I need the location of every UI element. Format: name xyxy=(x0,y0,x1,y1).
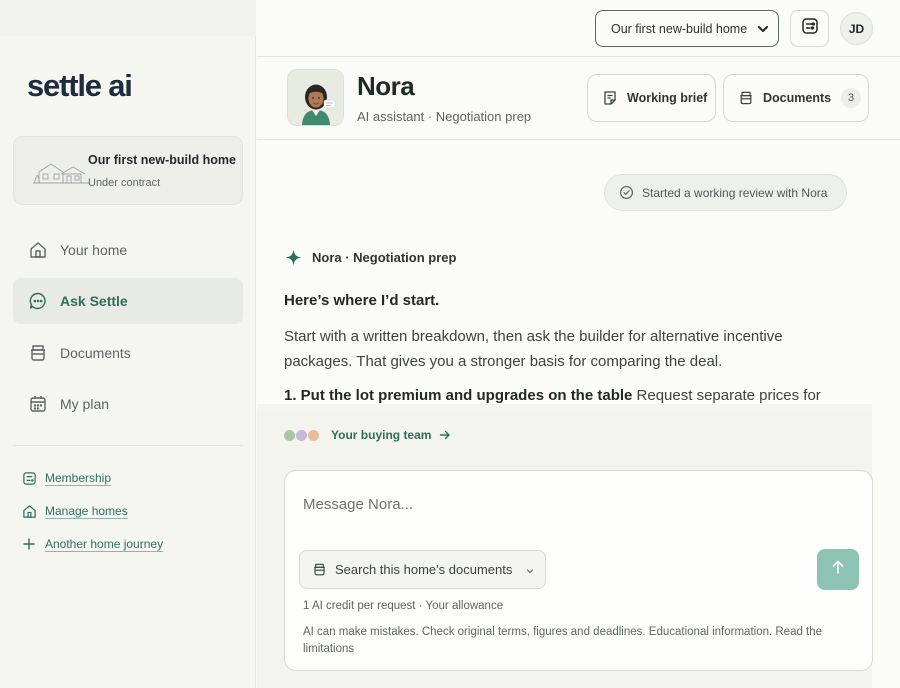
search-documents-label: Search this home's documents xyxy=(335,562,513,577)
switch-view-button[interactable] xyxy=(790,10,829,47)
calendar-icon xyxy=(28,394,48,414)
note-icon xyxy=(602,90,618,106)
another-home-journey-link-label: Another home journey xyxy=(45,537,164,551)
house-icon xyxy=(28,240,48,260)
nora-avatar xyxy=(287,69,344,126)
membership-link-label: Membership xyxy=(45,471,112,485)
plus-icon xyxy=(21,536,37,552)
arrow-up-icon xyxy=(830,559,846,580)
search-documents-button[interactable]: Search this home's documents xyxy=(299,550,546,589)
sidebar-item-your-home[interactable]: Your home xyxy=(13,227,243,273)
another-home-journey-link[interactable]: Another home journey xyxy=(21,536,163,552)
stack-icon xyxy=(312,562,327,577)
stack-icon xyxy=(738,90,754,106)
sidebar-item-my-plan[interactable]: My plan xyxy=(13,381,243,427)
message-composer: Search this home's documents 1 AI credit… xyxy=(284,470,873,671)
ai-disclaimer: AI can make mistakes. Check original ter… xyxy=(303,626,823,655)
user-avatar[interactable]: JD xyxy=(840,12,873,45)
sidebar-divider xyxy=(13,445,243,446)
house-icon xyxy=(21,503,37,519)
sidebar-item-ask-settle[interactable]: Ask Settle xyxy=(13,278,243,324)
sidebar: settle ai Our first new-build home Under… xyxy=(0,0,256,688)
membership-link[interactable]: Membership xyxy=(21,470,111,486)
message-point-title: 1. Put the lot premium and upgrades on t… xyxy=(284,387,633,404)
home-card[interactable]: Our first new-build home Under contract xyxy=(13,136,243,205)
home-card-status: Under contract xyxy=(88,177,161,189)
toggle-panel-icon xyxy=(801,17,819,40)
house-illustration-icon xyxy=(33,163,89,184)
chevron-down-icon xyxy=(526,567,534,575)
home-card-title: Our first new-build home xyxy=(88,153,236,167)
sidebar-item-label: Your home xyxy=(60,242,128,258)
message-speaker: Nora · Negotiation prep xyxy=(285,249,456,266)
message-paragraph: Start with a written breakdown, then ask… xyxy=(284,328,783,370)
send-button[interactable] xyxy=(817,549,859,590)
stack-icon xyxy=(28,343,48,363)
assistant-role: AI assistant · Negotiation prep xyxy=(357,109,532,124)
nora-portrait-icon xyxy=(288,70,343,125)
speaker-label: Nora · Negotiation prep xyxy=(312,250,457,265)
documents-label: Documents xyxy=(763,91,832,105)
chat-icon xyxy=(28,291,48,311)
assistant-header: Nora AI assistant · Negotiation prep Wor… xyxy=(257,57,900,140)
home-select-value: Our first new-build home xyxy=(611,21,748,36)
sidebar-item-label: Ask Settle xyxy=(60,293,128,309)
sidebar-top-strip xyxy=(0,0,256,36)
status-text: Started a working review with Nora xyxy=(642,185,828,200)
team-avatar-dot xyxy=(307,428,320,442)
sidebar-item-label: My plan xyxy=(60,396,110,412)
manage-homes-link[interactable]: Manage homes xyxy=(21,503,128,519)
credit-note: 1 AI credit per request · Your allowance xyxy=(303,600,504,612)
sidebar-item-label: Documents xyxy=(60,345,131,361)
arrow-right-icon xyxy=(439,429,451,441)
team-avatars xyxy=(283,428,320,442)
message-input[interactable] xyxy=(303,492,843,516)
card-icon xyxy=(21,470,37,486)
chevron-down-icon xyxy=(757,23,769,38)
documents-button[interactable]: Documents 3 xyxy=(723,74,869,122)
home-select[interactable]: Our first new-build home xyxy=(595,10,779,47)
sidebar-item-documents[interactable]: Documents xyxy=(13,330,243,376)
assistant-name: Nora xyxy=(357,71,415,101)
working-brief-button[interactable]: Working brief xyxy=(587,74,716,122)
top-bar: Our first new-build home JD xyxy=(257,0,900,57)
message-heading: Here’s where I’d start. xyxy=(284,292,440,309)
sparkle-icon xyxy=(285,249,302,266)
composer-backdrop-edge xyxy=(872,404,900,688)
logo[interactable]: settle ai xyxy=(27,68,133,104)
buying-team-link[interactable]: Your buying team xyxy=(283,428,451,442)
working-brief-label: Working brief xyxy=(627,91,708,105)
buying-team-label: Your buying team xyxy=(331,428,432,442)
documents-count-badge: 3 xyxy=(841,88,862,108)
check-circle-icon xyxy=(619,185,634,200)
manage-homes-link-label: Manage homes xyxy=(45,504,128,518)
status-pill: Started a working review with Nora xyxy=(604,174,847,211)
message-point-text: Request separate prices for xyxy=(632,387,821,404)
